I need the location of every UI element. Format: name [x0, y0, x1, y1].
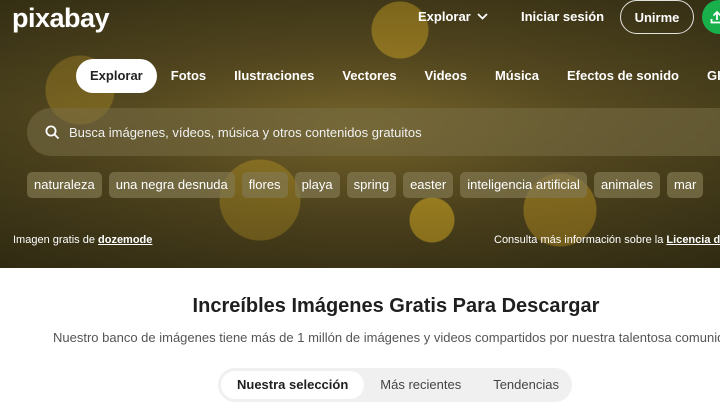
login-link[interactable]: Iniciar sesión	[521, 9, 604, 24]
tab-ilustraciones[interactable]: Ilustraciones	[220, 59, 328, 93]
chip-inteligencia-artificial[interactable]: inteligencia artificial	[460, 172, 587, 198]
search-input[interactable]	[69, 124, 669, 140]
upload-icon	[710, 10, 720, 24]
image-credit-prefix: Imagen gratis de	[13, 234, 98, 246]
tab-tendencias[interactable]: Tendencias	[477, 371, 575, 399]
explore-menu-button[interactable]: Explorar	[418, 9, 488, 24]
page-title: Increíbles Imágenes Gratis Para Descarga…	[192, 295, 600, 317]
pixabay-logo[interactable]: pixabay	[12, 3, 110, 34]
tab-explorar[interactable]: Explorar	[76, 59, 157, 93]
chip-naturaleza[interactable]: naturaleza	[27, 172, 102, 198]
chip-flores[interactable]: flores	[241, 172, 288, 198]
media-type-nav: Explorar Fotos Ilustraciones Vectores Vi…	[76, 59, 720, 93]
tab-mas-recientes[interactable]: Más recientes	[364, 371, 477, 399]
hero-banner: pixabay Explorar Iniciar sesión Unirme E…	[0, 0, 720, 268]
chip-easter[interactable]: easter	[403, 172, 454, 198]
image-author-link[interactable]: dozemode	[98, 234, 152, 246]
tab-gif[interactable]: GIF	[693, 59, 720, 93]
chip-playa[interactable]: playa	[294, 172, 340, 198]
chevron-down-icon	[477, 13, 488, 20]
feed-tabs: Nuestra selección Más recientes Tendenci…	[218, 368, 572, 402]
license-link[interactable]: Licencia de	[666, 234, 720, 246]
chip-mar[interactable]: mar	[666, 172, 704, 198]
upload-button[interactable]	[702, 0, 720, 34]
chip-animales[interactable]: animales	[593, 172, 660, 198]
license-info: Consulta más información sobre la Licenc…	[494, 234, 720, 246]
join-button[interactable]: Unirme	[620, 0, 694, 34]
license-info-prefix: Consulta más información sobre la	[494, 234, 667, 246]
search-icon	[45, 125, 60, 139]
tab-fotos[interactable]: Fotos	[157, 59, 220, 93]
search-bar[interactable]	[27, 108, 720, 156]
chip-una-negra-desnuda[interactable]: una negra desnuda	[108, 172, 235, 198]
tab-vectores[interactable]: Vectores	[328, 59, 410, 93]
tab-musica[interactable]: Música	[481, 59, 553, 93]
tab-efectos-de-sonido[interactable]: Efectos de sonido	[553, 59, 693, 93]
tab-nuestra-seleccion[interactable]: Nuestra selección	[221, 371, 365, 399]
page-subtitle: Nuestro banco de imágenes tiene más de 1…	[53, 330, 720, 345]
chip-spring[interactable]: spring	[346, 172, 397, 198]
tab-videos[interactable]: Videos	[411, 59, 481, 93]
image-credit: Imagen gratis de dozemode	[13, 234, 152, 246]
suggested-searches: naturaleza una negra desnuda flores play…	[27, 172, 704, 198]
explore-menu-label: Explorar	[418, 9, 471, 24]
